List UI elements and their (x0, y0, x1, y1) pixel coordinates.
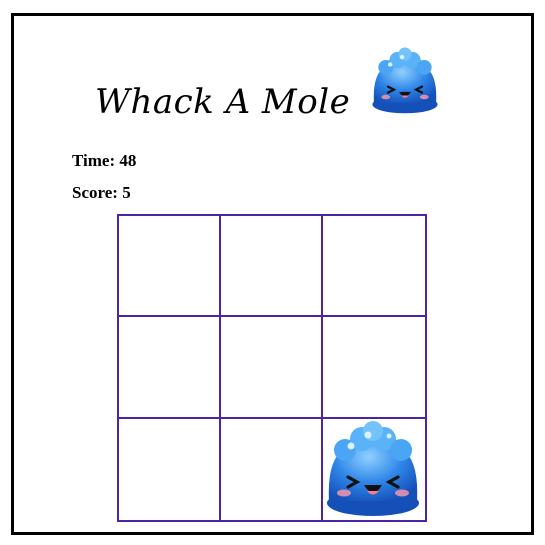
title-area: Whack A Mole (95, 82, 365, 130)
game-title: Whack A Mole (95, 82, 351, 122)
board-cell-r2-c3[interactable] (323, 317, 425, 419)
time-label: Time: (72, 151, 120, 170)
blue-jelly-mole-icon[interactable] (323, 419, 423, 517)
board-cell-r2-c1[interactable] (119, 317, 221, 419)
board-cell-r2-c2[interactable] (221, 317, 323, 419)
board-cell-r1-c2[interactable] (221, 216, 323, 318)
board-cell-r1-c3[interactable] (323, 216, 425, 318)
board-cell-r3-c3[interactable] (323, 419, 425, 520)
score-value: 5 (122, 183, 131, 202)
game-board (117, 214, 427, 522)
blue-jelly-mole-icon (372, 47, 438, 114)
score-display: Score: 5 (72, 183, 131, 203)
board-cell-r3-c1[interactable] (119, 418, 221, 520)
board-cell-r1-c1[interactable] (119, 216, 221, 318)
score-label: Score: (72, 183, 123, 202)
board-cell-r3-c2[interactable] (221, 418, 323, 520)
time-display: Time: 48 (72, 151, 136, 171)
time-value: 48 (119, 151, 137, 170)
